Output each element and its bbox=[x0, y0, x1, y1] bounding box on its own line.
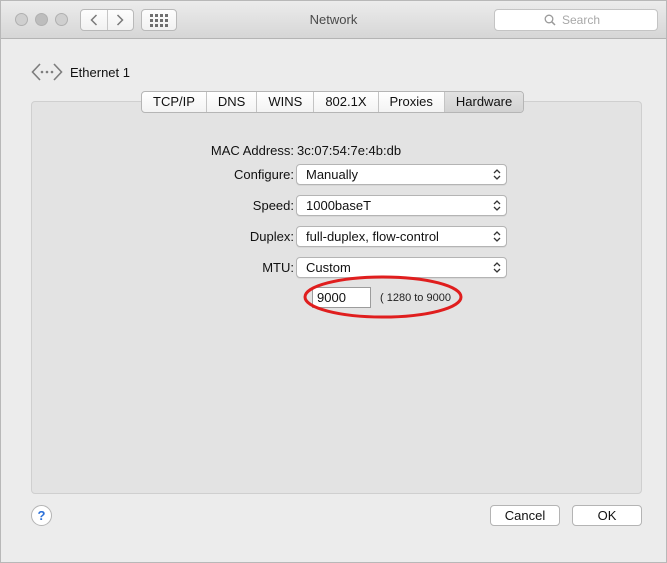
up-down-chevron-icon bbox=[493, 169, 501, 180]
mtu-row: MTU: Custom bbox=[101, 257, 521, 279]
search-icon bbox=[544, 14, 556, 26]
up-down-chevron-icon bbox=[493, 200, 501, 211]
ok-button[interactable]: OK bbox=[572, 505, 642, 526]
mac-address-value: 3c:07:54:7e:4b:db bbox=[297, 143, 402, 158]
settings-tabs: TCP/IP DNS WINS 802.1X Proxies Hardware bbox=[141, 91, 525, 113]
duplex-row: Duplex: full-duplex, flow-control bbox=[101, 226, 521, 248]
network-preferences-window: Network Ethernet 1 TCP/IP DNS WINS 802.1… bbox=[0, 0, 667, 563]
mtu-label: MTU: bbox=[262, 260, 294, 275]
up-down-chevron-icon bbox=[493, 262, 501, 273]
speed-select[interactable]: 1000baseT bbox=[296, 195, 507, 216]
search-input[interactable] bbox=[562, 13, 608, 27]
title-bar: Network bbox=[1, 1, 666, 39]
mac-address-label: MAC Address: bbox=[210, 143, 294, 158]
interface-name: Ethernet 1 bbox=[70, 64, 130, 80]
duplex-select[interactable]: full-duplex, flow-control bbox=[296, 226, 507, 247]
configure-label: Configure: bbox=[234, 167, 294, 182]
configure-row: Configure: Manually bbox=[101, 164, 521, 186]
configure-select[interactable]: Manually bbox=[296, 164, 507, 185]
tab-hardware[interactable]: Hardware bbox=[443, 92, 524, 112]
speed-label: Speed: bbox=[252, 198, 294, 213]
cancel-button[interactable]: Cancel bbox=[490, 505, 560, 526]
tab-8021x[interactable]: 802.1X bbox=[313, 92, 377, 112]
tab-dns[interactable]: DNS bbox=[205, 92, 256, 112]
mtu-value: Custom bbox=[306, 260, 351, 275]
mac-address-row: MAC Address: 3c:07:54:7e:4b:db bbox=[101, 140, 521, 162]
duplex-value: full-duplex, flow-control bbox=[306, 229, 439, 244]
mtu-range-hint: ( 1280 to 9000 bbox=[380, 292, 451, 304]
speed-row: Speed: 1000baseT bbox=[101, 195, 521, 217]
tab-proxies[interactable]: Proxies bbox=[377, 92, 444, 112]
speed-value: 1000baseT bbox=[306, 198, 372, 213]
mtu-select[interactable]: Custom bbox=[296, 257, 507, 278]
duplex-label: Duplex: bbox=[249, 229, 294, 244]
tab-wins[interactable]: WINS bbox=[256, 92, 313, 112]
up-down-chevron-icon bbox=[493, 231, 501, 242]
search-field[interactable] bbox=[494, 9, 658, 31]
interface-header: Ethernet 1 bbox=[31, 61, 130, 83]
tab-tcpip[interactable]: TCP/IP bbox=[142, 92, 206, 112]
help-button[interactable]: ? bbox=[31, 505, 52, 526]
configure-value: Manually bbox=[306, 167, 359, 182]
ethernet-icon bbox=[31, 63, 63, 81]
mtu-custom-input[interactable] bbox=[312, 287, 371, 308]
